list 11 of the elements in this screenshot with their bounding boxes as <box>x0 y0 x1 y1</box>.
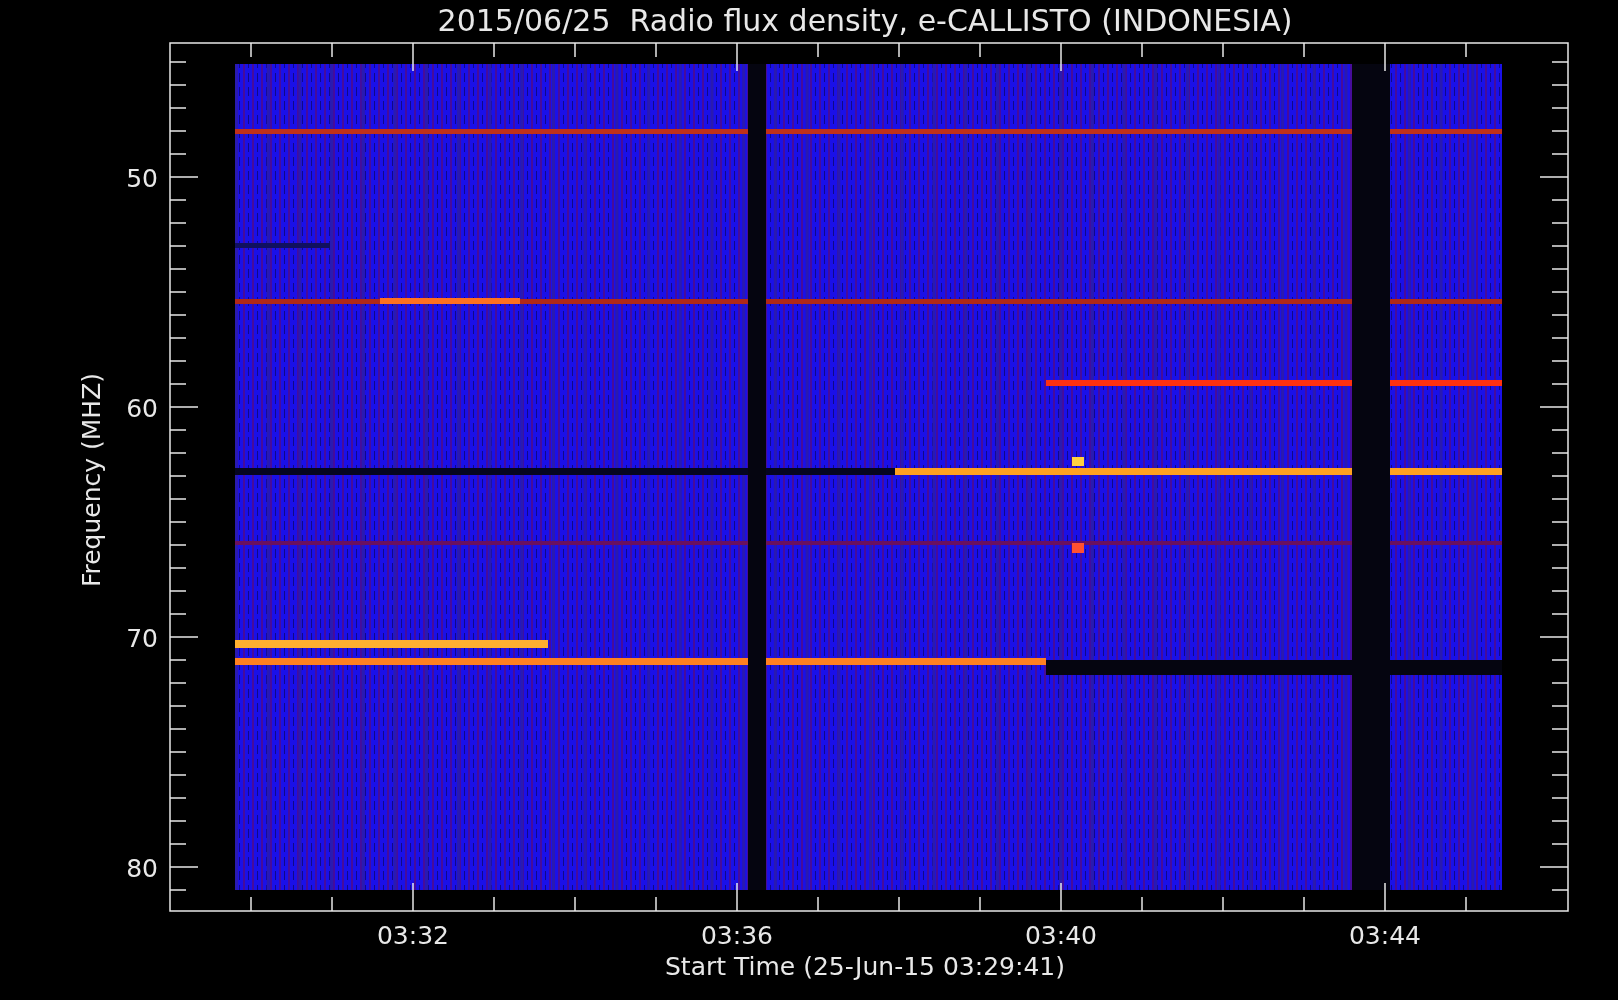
x-tick-label: 03:44 <box>1349 921 1421 950</box>
x-tick-label: 03:40 <box>1025 921 1097 950</box>
y-axis-title: Frequency (MHZ) <box>77 372 106 588</box>
x-tick-label: 03:36 <box>701 921 773 950</box>
x-axis-title: Start Time (25-Jun-15 03:29:41) <box>665 952 1065 981</box>
y-tick-label: 70 <box>126 624 158 653</box>
y-tick-label: 50 <box>126 164 158 193</box>
x-tick-label: 03:32 <box>377 921 449 950</box>
chart-title: 2015/06/25 Radio flux density, e-CALLISTO (INDONESIA) <box>437 3 1293 38</box>
y-tick-label: 60 <box>126 394 158 423</box>
y-tick-label: 80 <box>126 854 158 883</box>
